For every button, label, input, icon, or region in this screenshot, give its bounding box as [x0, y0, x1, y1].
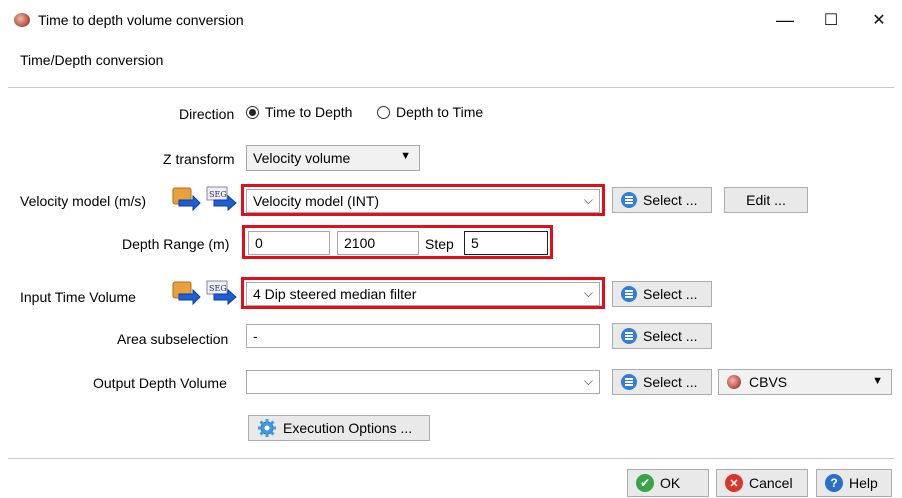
output-format-dropdown[interactable]: CBVS ▼	[718, 369, 892, 395]
direction-label: Direction	[179, 106, 235, 122]
section-title: Time/Depth conversion	[20, 52, 164, 68]
check-icon: ✔	[636, 474, 654, 492]
velocity-model-dropdown[interactable]: Velocity model (INT) ⌵	[246, 189, 600, 213]
svg-text:SEG: SEG	[209, 190, 227, 199]
dropdown-arrow-icon: ▼	[872, 375, 883, 387]
app-icon	[14, 13, 30, 27]
button-label: Help	[849, 475, 878, 491]
title-bar: Time to depth volume conversion — ☐ ✕	[0, 0, 902, 40]
divider	[8, 458, 894, 459]
execution-options-button[interactable]: Execution Options ...	[248, 415, 430, 441]
output-depth-volume-label: Output Depth Volume	[93, 375, 227, 391]
button-label: Select ...	[643, 328, 698, 344]
import-icon[interactable]	[171, 186, 201, 214]
import-icon[interactable]	[171, 280, 201, 308]
button-label: Edit ...	[746, 192, 786, 208]
area-select-button[interactable]: Select ...	[612, 323, 712, 349]
area-subselection-field: -	[246, 324, 600, 348]
z-transform-dropdown[interactable]: Velocity volume ▼	[246, 145, 420, 171]
radio-time-to-depth[interactable]: Time to Depth	[246, 104, 352, 120]
segy-import-icon[interactable]: SEG	[206, 280, 238, 308]
minimize-button[interactable]: —	[762, 4, 808, 36]
output-select-button[interactable]: Select ...	[612, 369, 712, 395]
segy-import-icon[interactable]: SEG	[206, 186, 238, 214]
svg-text:SEG: SEG	[209, 284, 227, 293]
velocity-select-button[interactable]: Select ...	[612, 187, 712, 213]
depth-start-input[interactable]: 0	[248, 231, 330, 255]
database-icon	[621, 328, 637, 344]
chevron-down-icon: ⌵	[583, 374, 593, 388]
z-transform-label: Z transform	[163, 151, 235, 167]
output-depth-volume-dropdown[interactable]: ⌵	[246, 370, 600, 394]
velocity-edit-button[interactable]: Edit ...	[724, 187, 808, 213]
radio-depth-to-time[interactable]: Depth to Time	[377, 104, 483, 120]
depth-step-input[interactable]: 5	[464, 231, 548, 255]
maximize-button[interactable]: ☐	[808, 4, 854, 36]
ok-button[interactable]: ✔ OK	[627, 469, 709, 497]
dropdown-value: CBVS	[749, 374, 788, 390]
button-label: Select ...	[643, 374, 698, 390]
database-icon	[621, 374, 637, 390]
radio-label: Time to Depth	[265, 104, 353, 120]
depth-stop-input[interactable]: 2100	[337, 231, 419, 255]
input-time-volume-dropdown[interactable]: 4 Dip steered median filter ⌵	[246, 282, 600, 306]
chevron-down-icon: ⌵	[583, 286, 593, 300]
radio-off-icon	[377, 105, 390, 119]
cancel-icon: ✕	[725, 474, 743, 492]
depth-range-label: Depth Range (m)	[122, 236, 230, 252]
dropdown-value: Velocity model (INT)	[253, 193, 380, 209]
cbvs-icon	[727, 375, 741, 389]
radio-label: Depth to Time	[396, 104, 484, 120]
dropdown-arrow-icon: ▼	[400, 150, 411, 162]
input-select-button[interactable]: Select ...	[612, 281, 712, 307]
button-label: Select ...	[643, 286, 698, 302]
chevron-down-icon: ⌵	[583, 193, 593, 207]
button-label: OK	[660, 475, 681, 491]
area-subselection-label: Area subselection	[117, 331, 229, 347]
window-title: Time to depth volume conversion	[38, 12, 244, 28]
step-label: Step	[425, 236, 454, 252]
dropdown-value: Velocity volume	[253, 150, 351, 166]
cancel-button[interactable]: ✕ Cancel	[716, 469, 808, 497]
divider	[8, 87, 894, 88]
database-icon	[621, 286, 637, 302]
help-button[interactable]: ? Help	[816, 469, 892, 497]
gear-icon	[257, 418, 277, 438]
button-label: Execution Options ...	[283, 420, 413, 436]
velocity-model-label: Velocity model (m/s)	[20, 193, 147, 209]
button-label: Select ...	[643, 192, 698, 208]
database-icon	[621, 192, 637, 208]
close-button[interactable]: ✕	[856, 4, 902, 36]
radio-on-icon	[246, 105, 259, 119]
input-time-volume-label: Input Time Volume	[20, 289, 136, 305]
dropdown-value: 4 Dip steered median filter	[253, 286, 417, 302]
help-icon: ?	[825, 474, 843, 492]
button-label: Cancel	[749, 475, 793, 491]
